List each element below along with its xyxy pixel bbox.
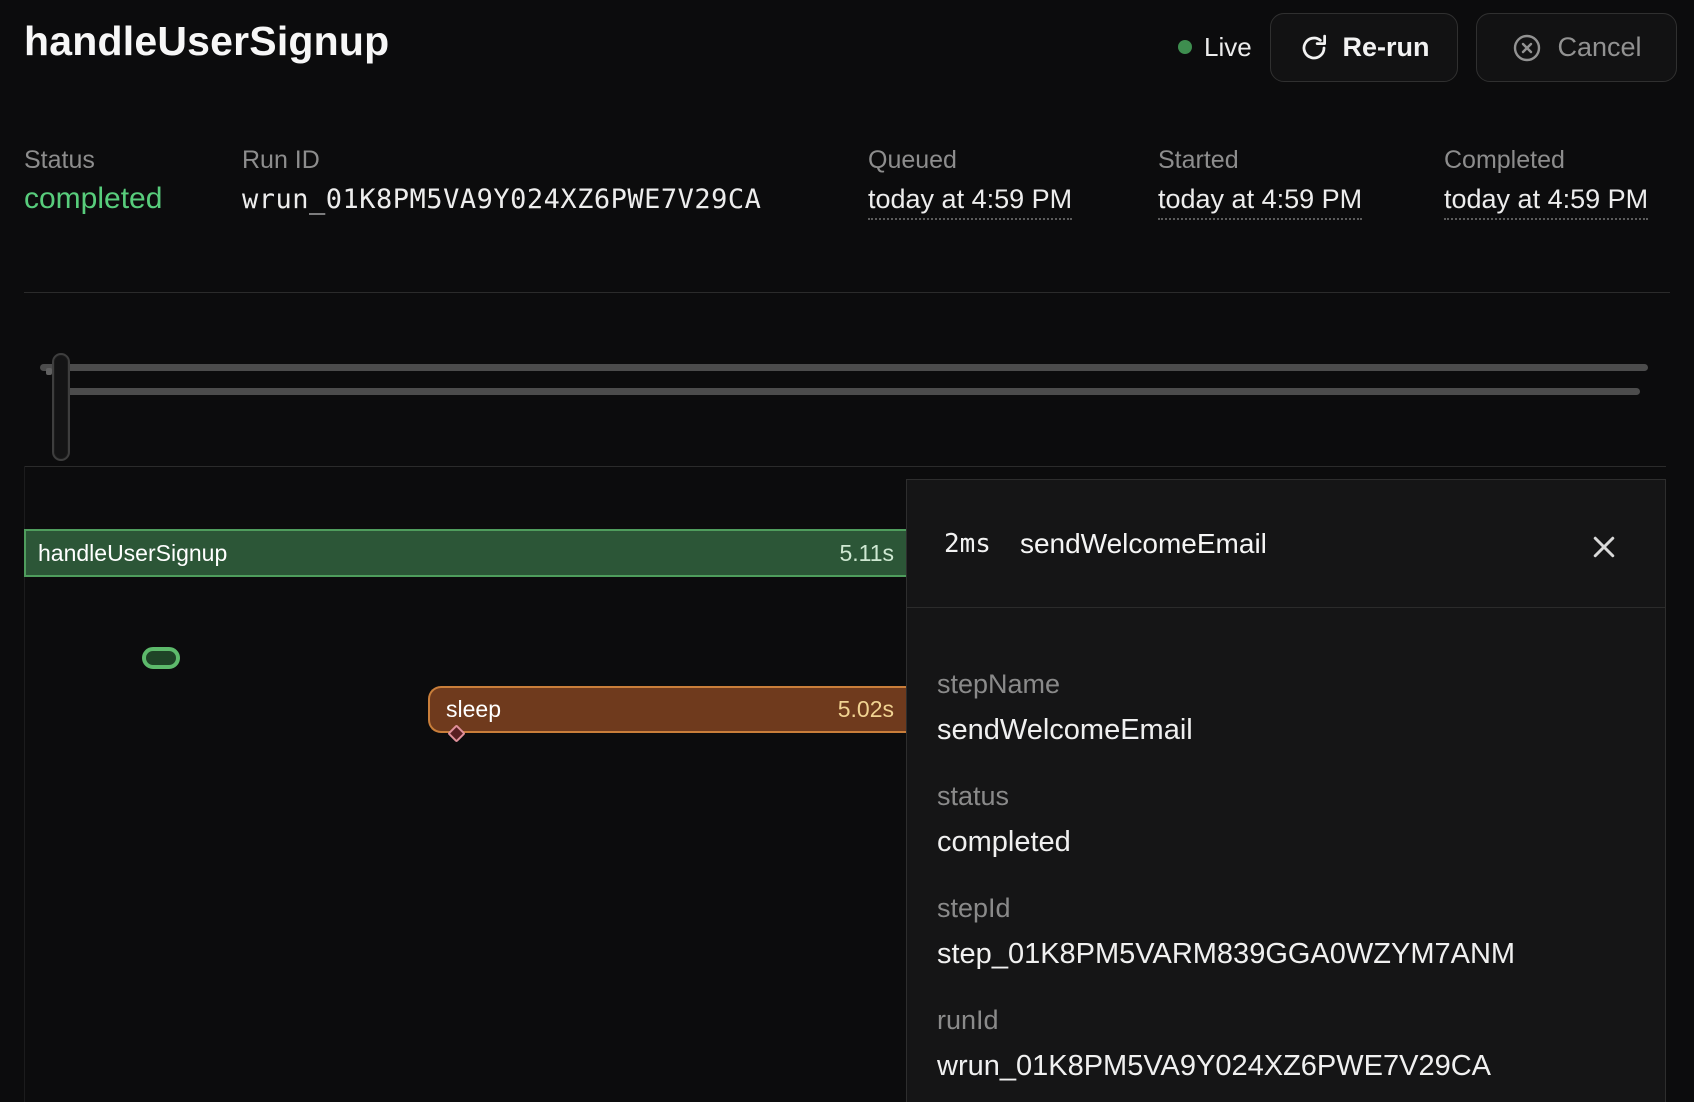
field-status: status completed xyxy=(937,778,1635,864)
step-pill-sendwelcomeemail[interactable] xyxy=(142,647,180,669)
chart-top-border xyxy=(24,466,1666,467)
queued-label: Queued xyxy=(868,146,957,175)
bar-duration: 5.02s xyxy=(838,696,894,723)
status-label: Status xyxy=(24,146,95,175)
field-key: stepId xyxy=(937,890,1635,926)
step-duration: 2ms xyxy=(944,529,991,559)
rerun-label: Re-run xyxy=(1343,32,1430,63)
rerun-button[interactable]: Re-run xyxy=(1270,13,1458,82)
workflow-run-page: handleUserSignup Live Re-run Cancel Stat… xyxy=(0,0,1694,1102)
field-key: stepName xyxy=(937,666,1635,702)
page-title: handleUserSignup xyxy=(24,18,389,65)
field-stepname: stepName sendWelcomeEmail xyxy=(937,666,1635,752)
live-dot-icon xyxy=(1178,40,1192,54)
completed-label: Completed xyxy=(1444,146,1565,175)
minimap-brush-handle[interactable] xyxy=(52,353,70,461)
field-value: step_01K8PM5VARM839GGA0WZYM7ANM xyxy=(937,932,1635,976)
close-icon xyxy=(1589,532,1619,562)
live-indicator: Live xyxy=(1178,30,1252,64)
cancel-label: Cancel xyxy=(1557,32,1641,63)
step-title: sendWelcomeEmail xyxy=(1020,528,1267,560)
run-id-label: Run ID xyxy=(242,146,320,175)
workflow-bar-handleusersignup[interactable]: handleUserSignup 5.11s xyxy=(24,529,906,577)
bar-label: handleUserSignup xyxy=(38,540,227,567)
field-key: runId xyxy=(937,1002,1635,1038)
started-value: today at 4:59 PM xyxy=(1158,184,1362,215)
field-key: status xyxy=(937,778,1635,814)
refresh-icon xyxy=(1299,33,1329,63)
close-button[interactable] xyxy=(1587,530,1621,564)
field-value: wrun_01K8PM5VA9Y024XZ6PWE7V29CA xyxy=(937,1044,1635,1088)
header-divider xyxy=(24,292,1670,293)
panel-header: 2ms sendWelcomeEmail xyxy=(907,480,1665,608)
minimap-track-workflow[interactable] xyxy=(40,364,1648,371)
live-label: Live xyxy=(1204,32,1252,63)
status-value: completed xyxy=(24,182,162,216)
completed-value: today at 4:59 PM xyxy=(1444,184,1648,215)
field-runid: runId wrun_01K8PM5VA9Y024XZ6PWE7V29CA xyxy=(937,1002,1635,1088)
field-value: sendWelcomeEmail xyxy=(937,708,1635,752)
field-value: completed xyxy=(937,820,1635,864)
queued-value: today at 4:59 PM xyxy=(868,184,1072,215)
step-bar-sleep[interactable]: sleep 5.02s xyxy=(428,686,906,733)
step-detail-panel: 2ms sendWelcomeEmail stepName sendWelcom… xyxy=(906,479,1666,1102)
started-label: Started xyxy=(1158,146,1239,175)
minimap-track-sleep[interactable] xyxy=(59,388,1640,395)
field-stepid: stepId step_01K8PM5VARM839GGA0WZYM7ANM xyxy=(937,890,1635,976)
cancel-circle-x-icon xyxy=(1511,32,1543,64)
bar-duration: 5.11s xyxy=(839,540,894,567)
panel-body: stepName sendWelcomeEmail status complet… xyxy=(907,608,1665,1088)
run-id-value: wrun_01K8PM5VA9Y024XZ6PWE7V29CA xyxy=(242,184,761,215)
bar-label: sleep xyxy=(446,696,501,723)
cancel-button[interactable]: Cancel xyxy=(1476,13,1677,82)
